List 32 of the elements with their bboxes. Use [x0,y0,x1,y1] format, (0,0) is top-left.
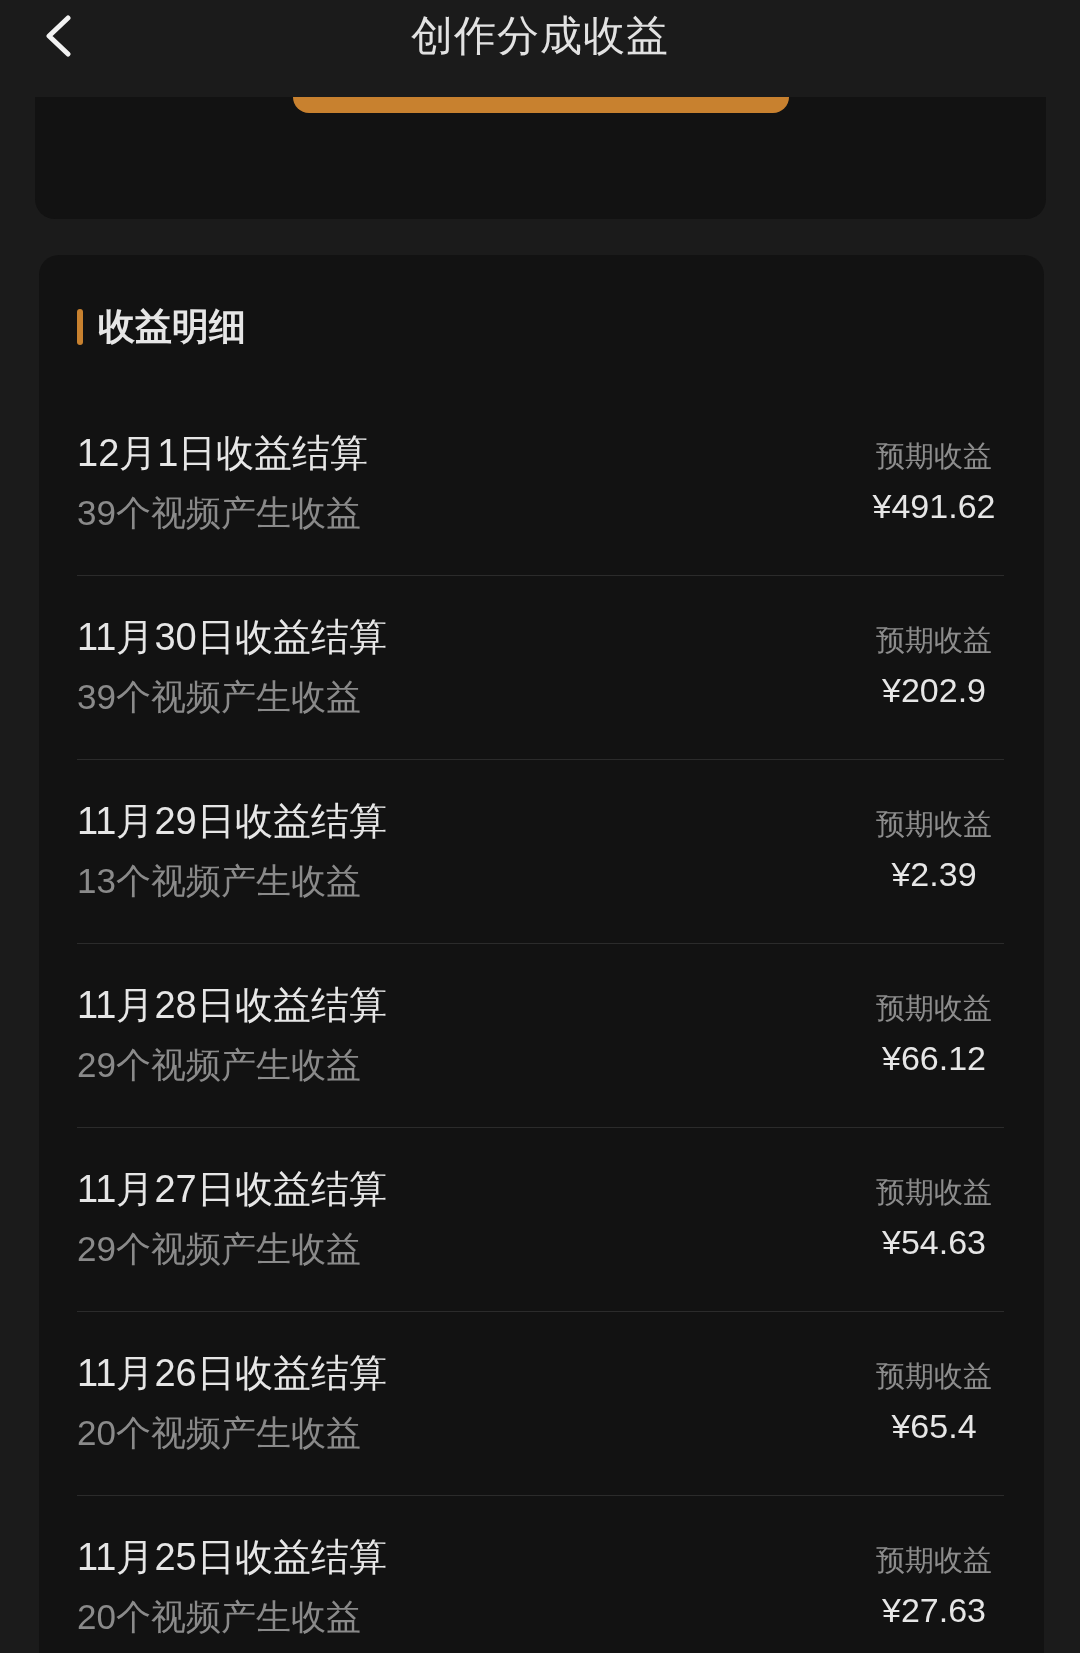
section-title: 收益明细 [98,305,246,349]
expected-earnings-label: 预期收益 [876,807,992,842]
heading-accent-bar [77,309,83,345]
video-count-text: 29个视频产生收益 [77,1044,361,1086]
settlement-title: 11月25日收益结算 [77,1535,387,1580]
video-count-text: 20个视频产生收益 [77,1596,361,1638]
settlement-title: 11月29日收益结算 [77,799,387,844]
video-count-text: 39个视频产生收益 [77,676,361,718]
earnings-amount: ¥54.63 [882,1222,986,1263]
expected-earnings-label: 预期收益 [876,623,992,658]
video-count-text: 20个视频产生收益 [77,1412,361,1454]
settlement-title: 11月27日收益结算 [77,1167,387,1212]
settlement-title: 11月26日收益结算 [77,1351,387,1396]
earnings-amount: ¥27.63 [882,1590,986,1631]
settlement-title: 12月1日收益结算 [77,431,369,476]
settlement-title: 11月28日收益结算 [77,983,387,1028]
settlement-title: 11月30日收益结算 [77,615,387,660]
video-count-text: 39个视频产生收益 [77,492,361,534]
expected-earnings-label: 预期收益 [876,439,992,474]
expected-earnings-label: 预期收益 [876,1359,992,1394]
earnings-amount: ¥491.62 [872,486,996,527]
expected-earnings-label: 预期收益 [876,1175,992,1210]
earnings-amount: ¥202.9 [882,670,986,711]
video-count-text: 29个视频产生收益 [77,1228,361,1270]
earnings-amount: ¥66.12 [882,1038,986,1079]
expected-earnings-label: 预期收益 [876,991,992,1026]
video-count-text: 13个视频产生收益 [77,860,361,902]
earnings-amount: ¥65.4 [891,1406,977,1447]
earnings-amount: ¥2.39 [891,854,977,895]
expected-earnings-label: 预期收益 [876,1543,992,1578]
back-icon[interactable] [44,15,72,57]
page-title: 创作分成收益 [411,11,669,61]
